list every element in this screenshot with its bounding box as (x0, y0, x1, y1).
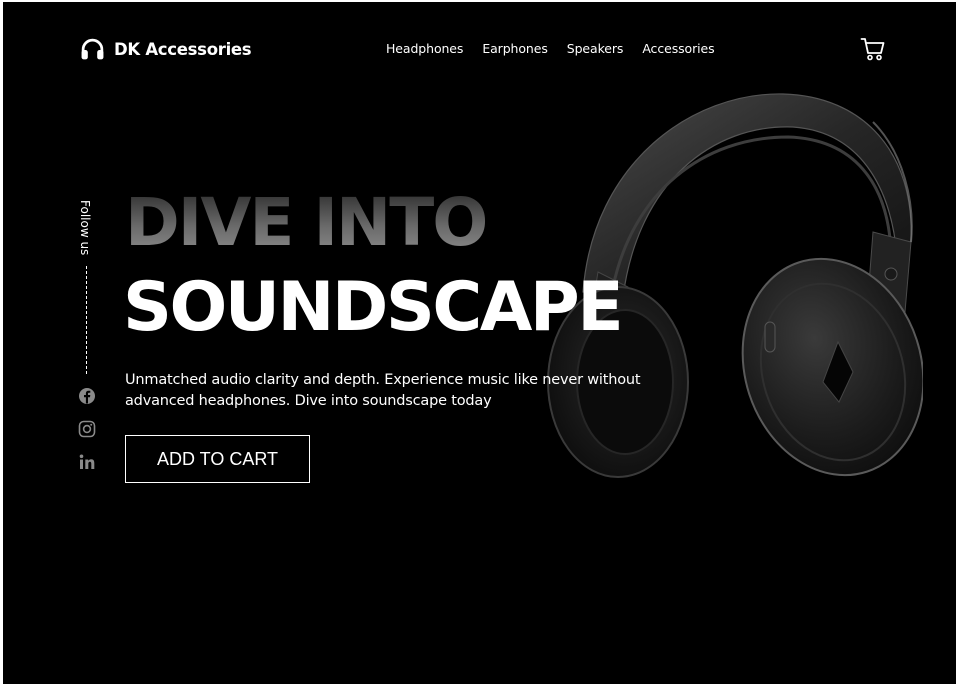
main-nav: Headphones Earphones Speakers Accessorie… (386, 41, 715, 56)
headline-line-2: SOUNDSCAPE (123, 268, 624, 347)
facebook-icon[interactable] (78, 387, 96, 405)
follow-us-divider (86, 266, 87, 374)
brand-logo[interactable]: DK Accessories (80, 37, 252, 62)
nav-link-headphones[interactable]: Headphones (386, 41, 463, 56)
instagram-icon[interactable] (78, 420, 96, 438)
add-to-cart-button[interactable]: ADD TO CART (125, 435, 310, 483)
brand-name: DK Accessories (114, 40, 252, 59)
nav-link-accessories[interactable]: Accessories (642, 41, 714, 56)
headline-line-1: DIVE INTO (125, 184, 488, 261)
nav-link-earphones[interactable]: Earphones (482, 41, 548, 56)
hero-description: Unmatched audio clarity and depth. Exper… (125, 372, 641, 409)
follow-us-label: Follow us (78, 200, 92, 256)
cart-icon[interactable] (860, 36, 886, 62)
headphones-icon (81, 38, 104, 60)
follow-us: Follow us (78, 200, 98, 380)
linkedin-icon[interactable] (78, 453, 96, 471)
hero-section: DK Accessories Headphones Earphones Spea… (3, 2, 956, 684)
nav-link-speakers[interactable]: Speakers (567, 41, 624, 56)
